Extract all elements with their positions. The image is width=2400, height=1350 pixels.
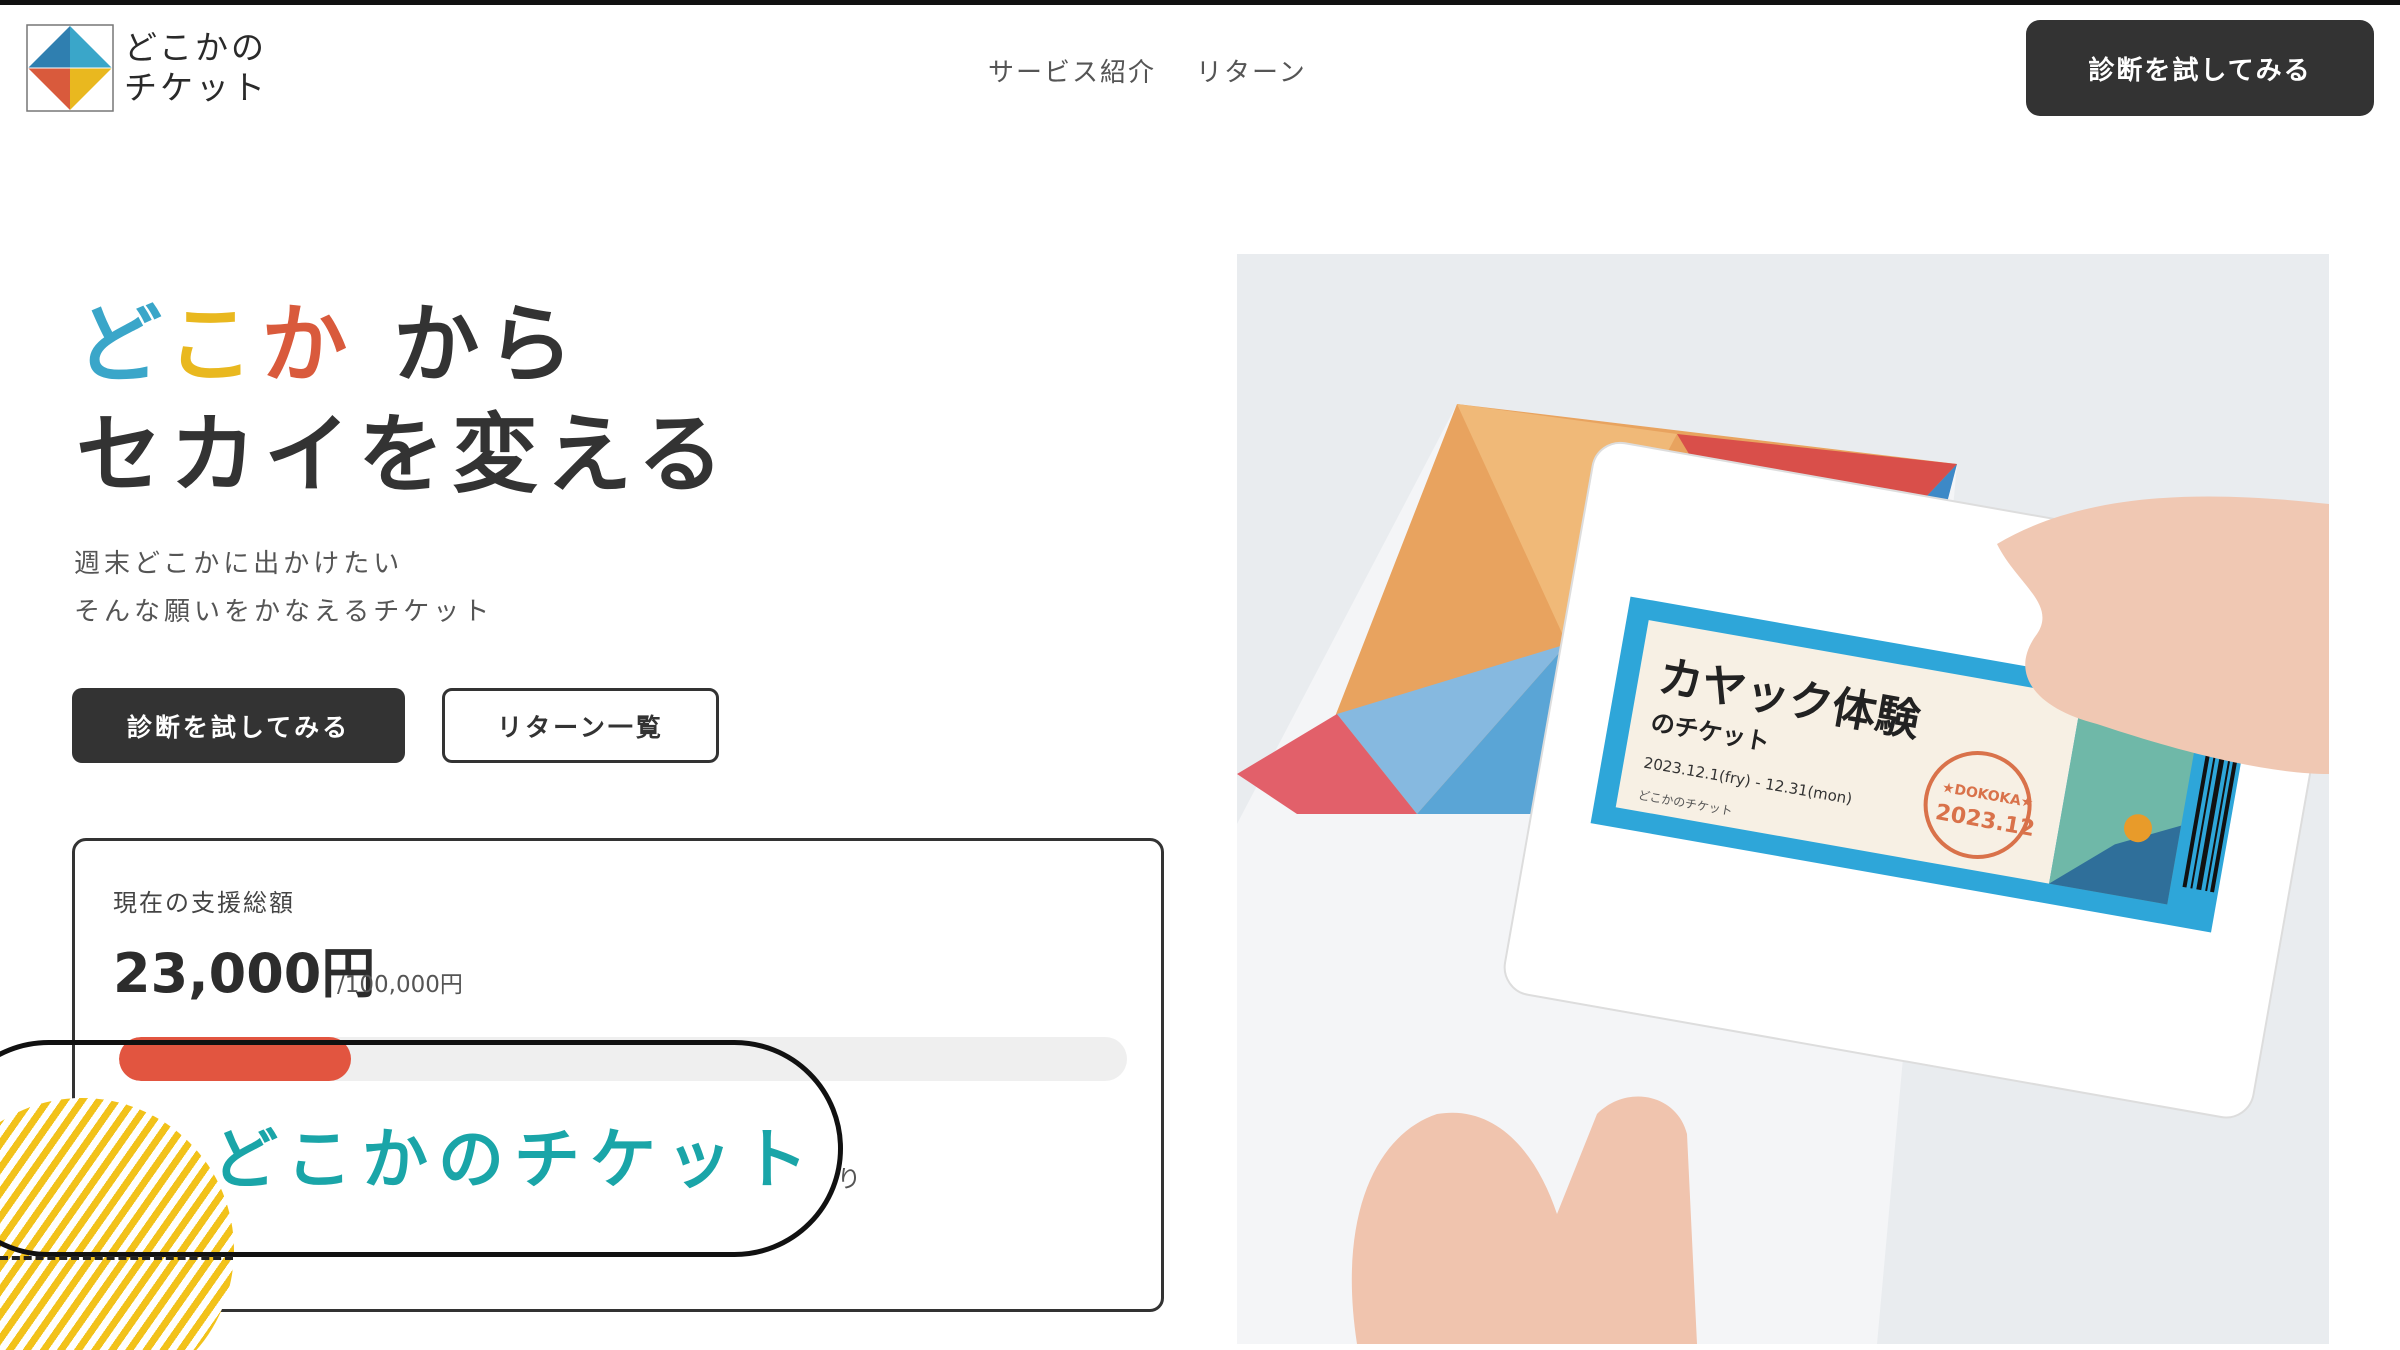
returns-list-button[interactable]: リターン一覧 <box>442 688 719 763</box>
hero-title-char3: か <box>261 295 356 395</box>
nav-item-returns[interactable]: リターン <box>1196 52 1307 89</box>
logo-text-line2: チケット <box>124 68 268 107</box>
hero-title-char1: ど <box>76 295 168 395</box>
hero-title-rest: から <box>355 295 582 395</box>
header-diagnosis-button[interactable]: 診断を試してみる <box>2026 20 2374 116</box>
hero-title-char2: こ <box>167 295 262 395</box>
ticket-photo-illustration: カヤック体験 のチケット 2023.12.1(fry) - 12.31(mon)… <box>1237 254 2329 1344</box>
hero-title: どこか から セカイを変える <box>76 290 731 510</box>
dashed-line-decoration <box>0 1256 233 1260</box>
hero-title-line1: どこか から <box>76 290 731 400</box>
hero-subtitle-line2: そんな願いをかなえるチケット <box>74 597 494 627</box>
support-total-label: 現在の支援総額 <box>113 889 295 917</box>
hero-photo: カヤック体験 のチケット 2023.12.1(fry) - 12.31(mon)… <box>1237 254 2329 1344</box>
logo-text: どこかの チケット <box>124 28 268 108</box>
logo-mark-icon <box>26 24 114 112</box>
main-nav: サービス紹介 リターン <box>988 52 1307 89</box>
support-goal-amount: /100,000円 <box>337 972 463 998</box>
logo-text-line1: どこかの <box>124 28 268 67</box>
hero-subtitle-line1: 週末どこかに出かけたい <box>74 549 404 579</box>
site-logo[interactable]: どこかの チケット <box>26 24 268 112</box>
top-border <box>0 0 2400 5</box>
hero-subtitle: 週末どこかに出かけたい そんな願いをかなえるチケット <box>74 540 493 636</box>
hero-title-line2: セカイを変える <box>76 405 732 505</box>
brand-pill-title: どこかのチケット <box>212 1121 819 1198</box>
nav-item-service[interactable]: サービス紹介 <box>988 52 1156 89</box>
diagnosis-button[interactable]: 診断を試してみる <box>72 688 405 763</box>
